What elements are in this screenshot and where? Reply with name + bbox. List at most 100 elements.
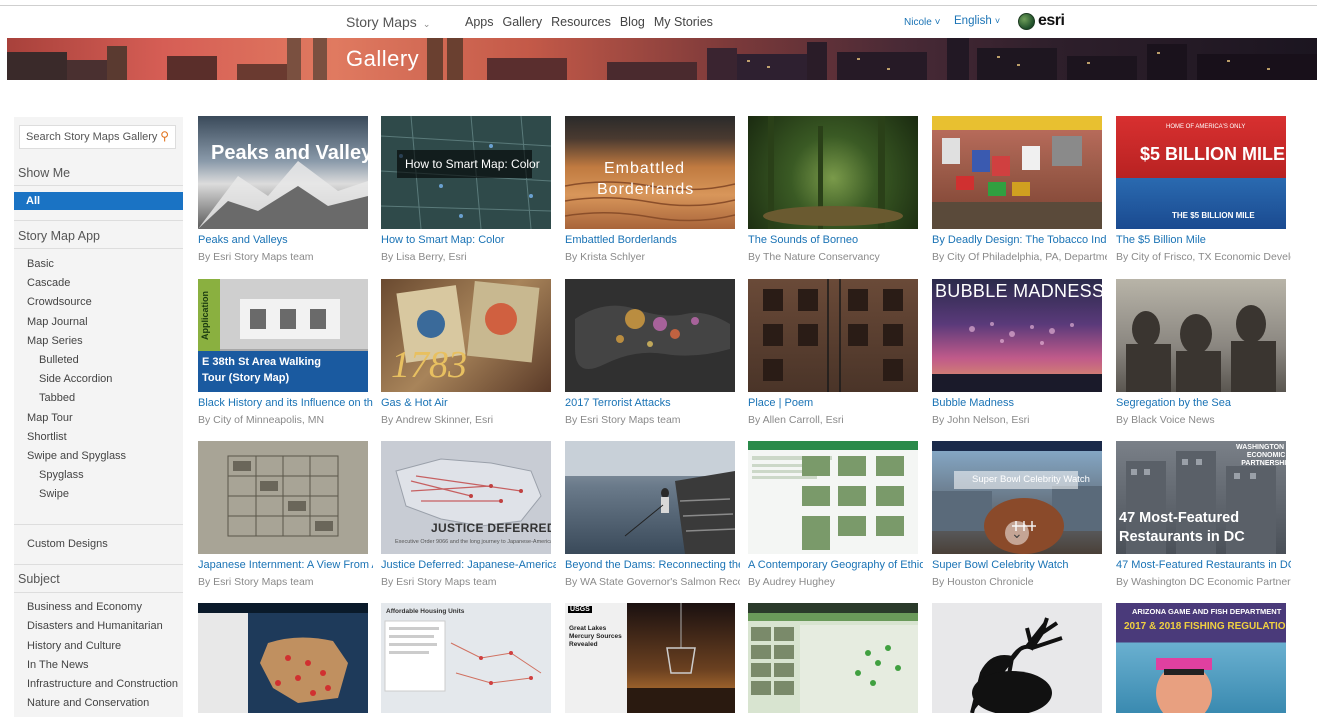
story-title[interactable]: By Deadly Design: The Tobacco Indus xyxy=(932,234,1107,246)
story-thumbnail[interactable] xyxy=(748,441,918,554)
thumbnail-kicker: HOME OF AMERICA'S ONLY xyxy=(1166,124,1246,130)
story-thumbnail[interactable]: Application E 38th St Area Walking Tour … xyxy=(198,279,368,392)
app-filter-bulleted[interactable]: Bulleted xyxy=(39,354,79,366)
story-title[interactable]: A Contemporary Geography of Ethiop xyxy=(748,559,923,571)
nav-link-gallery[interactable]: Gallery xyxy=(503,15,543,29)
search-input[interactable]: Search Story Maps Gallery ⚲ xyxy=(19,125,176,149)
story-title[interactable]: Place | Poem xyxy=(748,397,923,409)
story-author: By City Of Philadelphia, PA, Departme xyxy=(932,251,1107,263)
story-title[interactable]: The Sounds of Borneo xyxy=(748,234,923,246)
story-thumbnail[interactable]: USGS Great Lakes Mercury Sources Reveale… xyxy=(565,603,735,713)
filter-all-button[interactable]: All xyxy=(14,192,183,210)
story-author: By John Nelson, Esri xyxy=(932,414,1030,426)
app-filter-crowdsource[interactable]: Crowdsource xyxy=(27,296,92,308)
story-thumbnail[interactable] xyxy=(198,603,368,713)
subject-filter-in-the-news[interactable]: In The News xyxy=(27,659,89,671)
story-thumbnail[interactable]: Embattled Borderlands xyxy=(565,116,735,229)
story-thumbnail[interactable] xyxy=(748,116,918,229)
esri-logo[interactable]: esri xyxy=(1018,12,1065,30)
story-author: By Washington DC Economic Partner xyxy=(1116,576,1291,588)
story-title[interactable]: Segregation by the Sea xyxy=(1116,397,1291,409)
thumbnail-title: Peaks and Valleys xyxy=(211,142,368,164)
subject-filter-infrastructure[interactable]: Infrastructure and Construction xyxy=(27,678,178,690)
story-thumbnail[interactable]: 1783 xyxy=(381,279,551,392)
story-thumbnail[interactable] xyxy=(932,116,1102,229)
divider xyxy=(14,185,183,186)
nav-links: Apps Gallery Resources Blog My Stories xyxy=(465,15,713,29)
story-maps-menu[interactable]: Story Maps ⌄ xyxy=(346,14,430,30)
user-menu[interactable]: Nicole ˅ xyxy=(904,17,940,28)
app-filter-cascade[interactable]: Cascade xyxy=(27,277,70,289)
divider xyxy=(14,220,183,221)
app-filter-map-series[interactable]: Map Series xyxy=(27,335,83,347)
nav-link-apps[interactable]: Apps xyxy=(465,15,494,29)
gallery-banner: Gallery xyxy=(7,38,1317,80)
subject-filter-disasters[interactable]: Disasters and Humanitarian xyxy=(27,620,163,632)
app-filter-tabbed[interactable]: Tabbed xyxy=(39,392,75,404)
subject-filter-business[interactable]: Business and Economy xyxy=(27,601,142,613)
story-title[interactable]: Embattled Borderlands xyxy=(565,234,740,246)
story-title[interactable]: Japanese Internment: A View From Al xyxy=(198,559,373,571)
story-thumbnail[interactable]: JUSTICE DEFERRED Executive Order 9066 an… xyxy=(381,441,551,554)
story-author: By Allen Carroll, Esri xyxy=(748,414,844,426)
story-title[interactable]: Bubble Madness xyxy=(932,397,1107,409)
app-filter-swipe[interactable]: Swipe xyxy=(39,488,69,500)
thumbnail-title: Embattled xyxy=(604,160,686,177)
story-title[interactable]: 2017 Terrorist Attacks xyxy=(565,397,740,409)
search-icon[interactable]: ⚲ xyxy=(160,129,169,143)
story-thumbnail[interactable]: BUBBLE MADNESS xyxy=(932,279,1102,392)
app-filter-map-journal[interactable]: Map Journal xyxy=(27,316,88,328)
chevron-down-icon: ˅ xyxy=(934,17,941,28)
story-title[interactable]: Beyond the Dams: Reconnecting the xyxy=(565,559,740,571)
story-thumbnail[interactable] xyxy=(748,279,918,392)
city-skyline-image xyxy=(7,38,1317,80)
thumbnail-title: $5 BILLION MILE xyxy=(1140,144,1286,164)
app-filter-side-accordion[interactable]: Side Accordion xyxy=(39,373,112,385)
story-thumbnail[interactable]: WASHINGTON DCECONOMICPARTNERSHIP 47 Most… xyxy=(1116,441,1286,554)
story-thumbnail[interactable] xyxy=(565,441,735,554)
story-title[interactable]: How to Smart Map: Color xyxy=(381,234,556,246)
thumbnail-subtitle: Restaurants in DC xyxy=(1119,529,1245,545)
story-thumbnail[interactable] xyxy=(932,603,1102,713)
story-title[interactable]: Peaks and Valleys xyxy=(198,234,373,246)
nav-link-resources[interactable]: Resources xyxy=(551,15,611,29)
story-author: By City of Frisco, TX Economic Develo xyxy=(1116,251,1291,263)
globe-icon xyxy=(1018,12,1035,30)
user-name: Nicole xyxy=(904,17,932,28)
show-me-heading: Show Me xyxy=(18,166,71,180)
app-filter-map-tour[interactable]: Map Tour xyxy=(27,412,73,424)
story-thumbnail[interactable]: Super Bowl Celebrity Watch ⌄ xyxy=(932,441,1102,554)
story-title[interactable]: Super Bowl Celebrity Watch xyxy=(932,559,1107,571)
story-author: By City of Minneapolis, MN xyxy=(198,414,325,426)
story-author: By Houston Chronicle xyxy=(932,576,1034,588)
thumbnail-title: Super Bowl Celebrity Watch xyxy=(972,474,1090,485)
story-author: By Esri Story Maps team xyxy=(198,251,314,263)
story-thumbnail[interactable]: HOME OF AMERICA'S ONLY $5 BILLION MILE T… xyxy=(1116,116,1286,229)
app-filter-swipe-and-spyglass[interactable]: Swipe and Spyglass xyxy=(27,450,126,462)
story-thumbnail[interactable] xyxy=(1116,279,1286,392)
story-thumbnail[interactable]: Peaks and Valleys xyxy=(198,116,368,229)
app-filter-basic[interactable]: Basic xyxy=(27,258,54,270)
story-thumbnail[interactable] xyxy=(565,279,735,392)
top-navigation: Story Maps ⌄ Apps Gallery Resources Blog … xyxy=(0,6,1317,38)
story-title[interactable]: Black History and its Influence on the xyxy=(198,397,373,409)
story-title[interactable]: Justice Deferred: Japanese-American xyxy=(381,559,556,571)
story-thumbnail[interactable]: How to Smart Map: Color xyxy=(381,116,551,229)
story-map-app-heading: Story Map App xyxy=(18,229,100,243)
app-filter-shortlist[interactable]: Shortlist xyxy=(27,431,67,443)
subject-filter-history[interactable]: History and Culture xyxy=(27,640,121,652)
story-thumbnail[interactable] xyxy=(198,441,368,554)
story-title[interactable]: Gas & Hot Air xyxy=(381,397,556,409)
story-thumbnail[interactable]: ARIZONA GAME AND FISH DEPARTMENT 2017 & … xyxy=(1116,603,1286,713)
story-title[interactable]: The $5 Billion Mile xyxy=(1116,234,1291,246)
app-filter-spyglass[interactable]: Spyglass xyxy=(39,469,84,481)
language-menu[interactable]: English ˅ xyxy=(954,15,1000,27)
story-thumbnail[interactable] xyxy=(748,603,918,713)
filter-custom-designs[interactable]: Custom Designs xyxy=(27,538,108,550)
story-title[interactable]: 47 Most-Featured Restaurants in DC xyxy=(1116,559,1291,571)
nav-link-my-stories[interactable]: My Stories xyxy=(654,15,713,29)
nav-link-blog[interactable]: Blog xyxy=(620,15,645,29)
subject-filter-nature[interactable]: Nature and Conservation xyxy=(27,697,149,709)
story-thumbnail[interactable]: Affordable Housing Units xyxy=(381,603,551,713)
story-author: By The Nature Conservancy xyxy=(748,251,880,263)
